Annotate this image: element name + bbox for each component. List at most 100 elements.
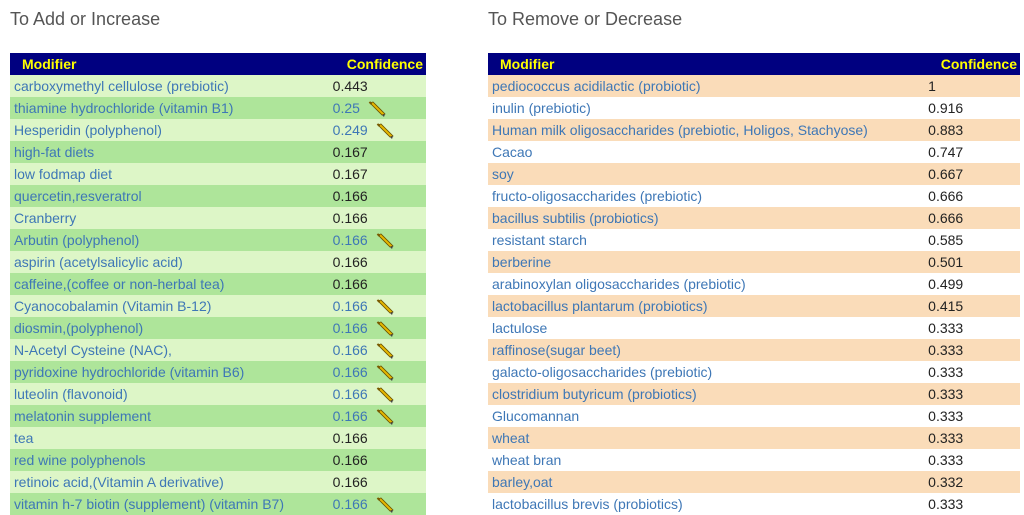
confidence-value: 0.443 xyxy=(332,78,368,94)
modifier-link[interactable]: thiamine hydrochloride (vitamin B1) xyxy=(14,100,233,116)
modifier-link[interactable]: Hesperidin (polyphenol) xyxy=(14,122,162,138)
modifier-link[interactable]: diosmin,(polyphenol) xyxy=(14,320,143,336)
table-row: arabinoxylan oligosaccharides (prebiotic… xyxy=(488,273,1020,295)
confidence-value: 0.166 xyxy=(332,430,368,446)
modifier-cell: bacillus subtilis (probiotics) xyxy=(488,207,928,229)
confidence-value[interactable]: 0.166 xyxy=(333,342,368,358)
confidence-value[interactable]: 0.166 xyxy=(333,496,368,512)
modifier-link[interactable]: melatonin supplement xyxy=(14,408,151,424)
modifier-link[interactable]: Glucomannan xyxy=(492,408,579,424)
modifier-cell: arabinoxylan oligosaccharides (prebiotic… xyxy=(488,273,928,295)
modifier-link[interactable]: N-Acetyl Cysteine (NAC), xyxy=(14,342,172,358)
confidence-cell: 0.499 xyxy=(928,273,1020,295)
modifier-link[interactable]: luteolin (flavonoid) xyxy=(14,386,128,402)
confidence-cell: 0.333 xyxy=(928,361,1020,383)
modifier-cell: Cacao xyxy=(488,141,928,163)
confidence-value[interactable]: 0.249 xyxy=(333,122,368,138)
modifier-link[interactable]: bacillus subtilis (probiotics) xyxy=(492,210,659,226)
confidence-cell: 0.167 xyxy=(333,141,426,163)
modifier-link[interactable]: resistant starch xyxy=(492,232,587,248)
modifier-link[interactable]: caffeine,(coffee or non-herbal tea) xyxy=(14,276,224,292)
modifier-link[interactable]: lactobacillus plantarum (probiotics) xyxy=(492,298,708,314)
modifier-link[interactable]: aspirin (acetylsalicylic acid) xyxy=(14,254,183,270)
modifier-link[interactable]: quercetin,resveratrol xyxy=(14,188,142,204)
modifier-link[interactable]: high-fat diets xyxy=(14,144,94,160)
modifier-link[interactable]: barley,oat xyxy=(492,474,552,490)
confidence-value: 0.499 xyxy=(928,276,964,292)
confidence-value: 0.415 xyxy=(928,298,964,314)
modifier-cell: Cranberry xyxy=(10,207,333,229)
modifier-link[interactable]: clostridium butyricum (probiotics) xyxy=(492,386,697,402)
confidence-value: 0.333 xyxy=(928,430,964,446)
pencil-icon[interactable] xyxy=(376,409,394,426)
pencil-icon[interactable] xyxy=(376,233,394,250)
confidence-value: 0.333 xyxy=(928,342,964,358)
pencil-icon[interactable] xyxy=(368,101,386,118)
modifier-link[interactable]: retinoic acid,(Vitamin A derivative) xyxy=(14,474,224,490)
modifier-link[interactable]: galacto-oligosaccharides (prebiotic) xyxy=(492,364,712,380)
modifier-cell: melatonin supplement xyxy=(10,405,333,427)
confidence-value[interactable]: 0.166 xyxy=(333,386,368,402)
table-row: berberine 0.501 xyxy=(488,251,1020,273)
pencil-icon[interactable] xyxy=(376,497,394,514)
modifier-link[interactable]: low fodmap diet xyxy=(14,166,112,182)
modifier-link[interactable]: Arbutin (polyphenol) xyxy=(14,232,139,248)
pencil-icon[interactable] xyxy=(376,365,394,382)
modifier-link[interactable]: soy xyxy=(492,166,514,182)
modifier-link[interactable]: arabinoxylan oligosaccharides (prebiotic… xyxy=(492,276,746,292)
confidence-value: 0.166 xyxy=(332,254,368,270)
modifier-cell: diosmin,(polyphenol) xyxy=(10,317,333,339)
confidence-cell: 0.166 xyxy=(333,229,426,251)
table-row: wheat 0.333 xyxy=(488,427,1020,449)
modifier-cell: Glucomannan xyxy=(488,405,928,427)
confidence-value[interactable]: 0.25 xyxy=(333,100,360,116)
modifier-link[interactable]: fructo-oligosaccharides (prebiotic) xyxy=(492,188,702,204)
modifier-link[interactable]: Cranberry xyxy=(14,210,76,226)
modifier-cell: inulin (prebiotic) xyxy=(488,97,928,119)
confidence-value: 0.166 xyxy=(332,452,368,468)
modifier-link[interactable]: inulin (prebiotic) xyxy=(492,100,591,116)
confidence-value: 0.166 xyxy=(332,474,368,490)
confidence-value[interactable]: 0.166 xyxy=(333,320,368,336)
modifier-link[interactable]: wheat bran xyxy=(492,452,561,468)
modifier-link[interactable]: Human milk oligosaccharides (prebiotic, … xyxy=(492,122,868,138)
remove-or-decrease-table: Modifier Confidence pediococcus acidilac… xyxy=(488,53,1020,515)
modifier-link[interactable]: Cacao xyxy=(492,144,532,160)
pencil-icon[interactable] xyxy=(376,321,394,338)
table-row: quercetin,resveratrol 0.166 xyxy=(10,185,426,207)
modifier-link[interactable]: Cyanocobalamin (Vitamin B-12) xyxy=(14,298,211,314)
confidence-value: 0.166 xyxy=(332,188,368,204)
modifier-link[interactable]: red wine polyphenols xyxy=(14,452,146,468)
confidence-value: 0.501 xyxy=(928,254,964,270)
table-row: pediococcus acidilactic (probiotic) 1 xyxy=(488,75,1020,97)
modifier-link[interactable]: raffinose(sugar beet) xyxy=(492,342,621,358)
modifier-link[interactable]: carboxymethyl cellulose (prebiotic) xyxy=(14,78,229,94)
confidence-cell: 0.167 xyxy=(333,163,426,185)
confidence-value: 0.166 xyxy=(332,210,368,226)
modifier-column-header: Modifier xyxy=(10,53,333,75)
modifier-link[interactable]: lactobacillus brevis (probiotics) xyxy=(492,496,683,512)
table-row: retinoic acid,(Vitamin A derivative) 0.16… xyxy=(10,471,426,493)
modifier-cell: barley,oat xyxy=(488,471,928,493)
confidence-value[interactable]: 0.166 xyxy=(333,298,368,314)
pencil-icon[interactable] xyxy=(376,387,394,404)
confidence-value: 0.747 xyxy=(928,144,964,160)
pencil-icon[interactable] xyxy=(376,343,394,360)
modifier-link[interactable]: vitamin h-7 biotin (supplement) (vitamin… xyxy=(14,496,284,512)
confidence-value[interactable]: 0.166 xyxy=(333,364,368,380)
confidence-value: 0.333 xyxy=(928,452,964,468)
pencil-icon[interactable] xyxy=(376,299,394,316)
pencil-icon[interactable] xyxy=(376,123,394,140)
modifier-cell: galacto-oligosaccharides (prebiotic) xyxy=(488,361,928,383)
modifier-link[interactable]: lactulose xyxy=(492,320,547,336)
modifier-link[interactable]: wheat xyxy=(492,430,529,446)
modifier-link[interactable]: tea xyxy=(14,430,33,446)
confidence-value[interactable]: 0.166 xyxy=(333,408,368,424)
modifier-link[interactable]: pyridoxine hydrochloride (vitamin B6) xyxy=(14,364,244,380)
confidence-value[interactable]: 0.166 xyxy=(333,232,368,248)
modifier-link[interactable]: berberine xyxy=(492,254,551,270)
table-row: pyridoxine hydrochloride (vitamin B6) 0.1… xyxy=(10,361,426,383)
modifier-link[interactable]: pediococcus acidilactic (probiotic) xyxy=(492,78,701,94)
confidence-value: 0.167 xyxy=(332,166,368,182)
confidence-cell: 0.415 xyxy=(928,295,1020,317)
